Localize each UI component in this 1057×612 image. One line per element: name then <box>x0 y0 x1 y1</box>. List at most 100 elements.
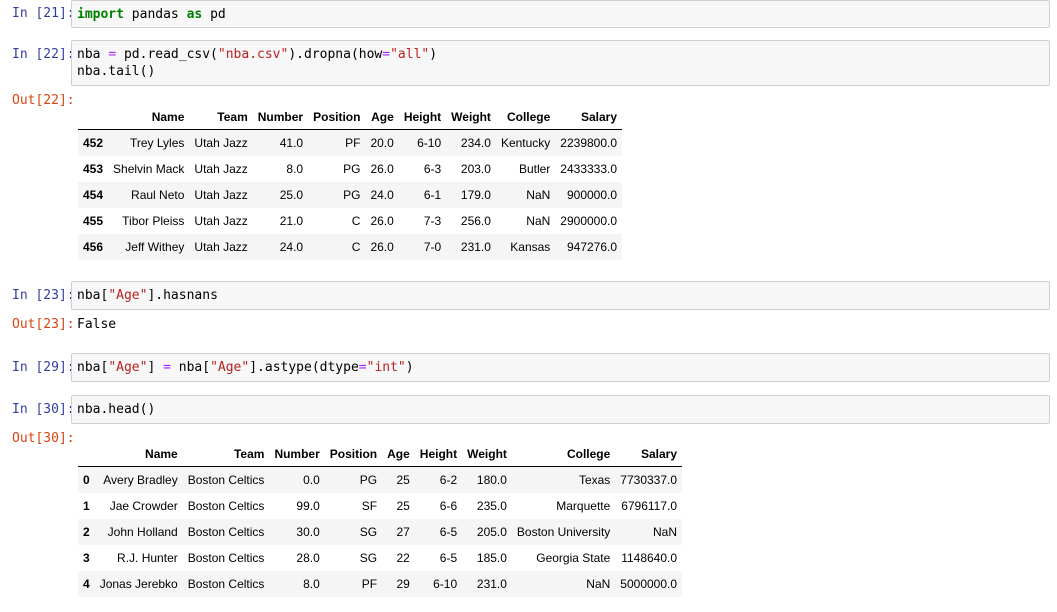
table-cell: Shelvin Mack <box>113 162 185 176</box>
code-token: "Age" <box>108 288 148 303</box>
code-token: pd.read_csv( <box>116 47 218 62</box>
row-index: 455 <box>83 214 104 228</box>
table-cell: 99.0 <box>296 499 320 513</box>
table-cell: 2239800.0 <box>560 136 618 150</box>
table-cell: 231.0 <box>460 240 491 254</box>
dataframe-output: Name Team Number Position Age Height Weight Col… <box>78 104 623 260</box>
table-header-row: Name Team Number Position Age Height Weight Col… <box>78 441 683 467</box>
row-index: 453 <box>83 162 104 176</box>
table-cell: PF <box>345 136 361 150</box>
code-token: pandas <box>123 7 187 22</box>
dataframe-output: Name Team Number Position Age Height Weight Col… <box>78 441 683 597</box>
row-index: 4 <box>83 577 90 591</box>
column-header: Height <box>414 441 463 467</box>
table-cell: SG <box>359 551 378 565</box>
table-cell: 30.0 <box>296 525 320 539</box>
table-cell: 29 <box>396 577 410 591</box>
row-index: 1 <box>83 499 90 513</box>
column-header: Name <box>108 104 190 130</box>
code-input[interactable]: nba.head() <box>71 395 1050 424</box>
code-input[interactable]: import pandas as pd <box>71 0 1050 28</box>
table-cell: Marquette <box>556 499 611 513</box>
column-header: Age <box>365 104 399 130</box>
table-cell: 6-5 <box>439 525 458 539</box>
table-row: 1 Jae Crowder Boston Celtics 99.0 SF 25 6-6 235… <box>78 493 682 519</box>
code-token: import <box>77 7 124 22</box>
code-token: nba[ <box>77 288 109 303</box>
table-cell: 26.0 <box>370 214 394 228</box>
code-input[interactable]: nba["Age"] = nba["Age"].astype(dtype="in… <box>71 353 1050 382</box>
table-cell: Utah Jazz <box>194 240 248 254</box>
table-row: 0 Avery Bradley Boston Celtics 0.0 PG 25 6-2 18… <box>78 466 683 493</box>
table-cell: 21.0 <box>279 214 304 228</box>
table-cell: 25 <box>396 473 410 487</box>
out-prompt: Out[30]: <box>12 431 75 446</box>
table-row: 455 Tibor Pleiss Utah Jazz 21.0 C 26.0 7-3 256.… <box>78 208 622 234</box>
column-header: Age <box>382 441 415 467</box>
row-index: 456 <box>83 240 104 254</box>
table-cell: Boston Celtics <box>187 525 265 539</box>
table-row: 4 Jonas Jerebko Boston Celtics 8.0 PF 29 6-10 2… <box>78 571 683 597</box>
code-token: "Age" <box>210 360 250 375</box>
out-prompt: Out[22]: <box>12 93 75 108</box>
column-header: Weight <box>446 104 496 130</box>
code-token: "all" <box>390 47 430 62</box>
column-header: Name <box>94 441 183 467</box>
table-cell: 28.0 <box>296 551 320 565</box>
table-cell: 900000.0 <box>566 188 618 202</box>
code-token: nba[ <box>77 360 109 375</box>
table-cell: 6-1 <box>423 188 442 202</box>
in-prompt: In [30]: <box>12 402 75 417</box>
table-cell: 1148640.0 <box>621 551 678 565</box>
table-cell: 27 <box>396 525 410 539</box>
table-cell: 6-6 <box>439 499 458 513</box>
table-cell: PG <box>359 473 378 487</box>
table-cell: 235.0 <box>476 499 507 513</box>
code-line: nba["Age"].hasnans <box>77 287 218 304</box>
table-row: 3 R.J. Hunter Boston Celtics 28.0 SG 22 6-5 185… <box>78 545 682 571</box>
column-header: Number <box>252 104 309 130</box>
in-prompt: In [29]: <box>12 360 75 375</box>
table-cell: NaN <box>526 214 551 228</box>
table-cell: Georgia State <box>536 551 611 565</box>
table-cell: 7730337.0 <box>620 473 678 487</box>
table-header-row: Name Team Number Position Age Height Weight Col… <box>78 104 623 130</box>
row-index: 454 <box>83 188 104 202</box>
table-row: 456 Jeff Withey Utah Jazz 24.0 C 26.0 7-0 231.0… <box>78 234 623 260</box>
table-cell: 6-5 <box>439 551 458 565</box>
column-header: Position <box>324 441 383 467</box>
table-cell: 5000000.0 <box>620 577 678 591</box>
code-input[interactable]: nba["Age"].hasnans <box>71 281 1050 310</box>
table-cell: Utah Jazz <box>194 136 248 150</box>
code-token: as <box>186 7 203 22</box>
table-cell: Jeff Withey <box>125 240 185 254</box>
code-token: nba.head() <box>77 402 156 417</box>
table-cell: Utah Jazz <box>194 188 248 202</box>
table-cell: 25.0 <box>279 188 304 202</box>
column-header: Salary <box>615 441 683 467</box>
table-cell: 41.0 <box>279 136 304 150</box>
code-line: nba.tail() <box>77 64 156 79</box>
table-cell: John Holland <box>107 525 178 539</box>
code-token: = <box>382 47 391 62</box>
column-header: Team <box>182 441 270 467</box>
code-line: nba = pd.read_csv("nba.csv").dropna(how=… <box>77 46 437 63</box>
table-cell: Jae Crowder <box>109 499 178 513</box>
table-cell: 26.0 <box>370 162 394 176</box>
table-cell: 185.0 <box>476 551 507 565</box>
code-token: nba[ <box>170 360 211 375</box>
column-header: Number <box>269 441 325 467</box>
row-index: 3 <box>83 551 90 565</box>
code-line: nba.head() <box>77 401 155 418</box>
table-cell: 947276.0 <box>566 240 618 254</box>
code-input[interactable]: nba = pd.read_csv("nba.csv").dropna(how=… <box>71 40 1050 86</box>
column-header <box>78 441 95 467</box>
table-cell: 6-10 <box>433 577 458 591</box>
column-header: Weight <box>462 441 512 467</box>
table-cell: 7-3 <box>423 214 442 228</box>
column-header: College <box>495 104 556 130</box>
code-token: = <box>163 360 171 375</box>
code-token: "nba.csv" <box>217 47 289 62</box>
table-cell: PG <box>343 162 361 176</box>
code-token: = <box>358 360 367 375</box>
